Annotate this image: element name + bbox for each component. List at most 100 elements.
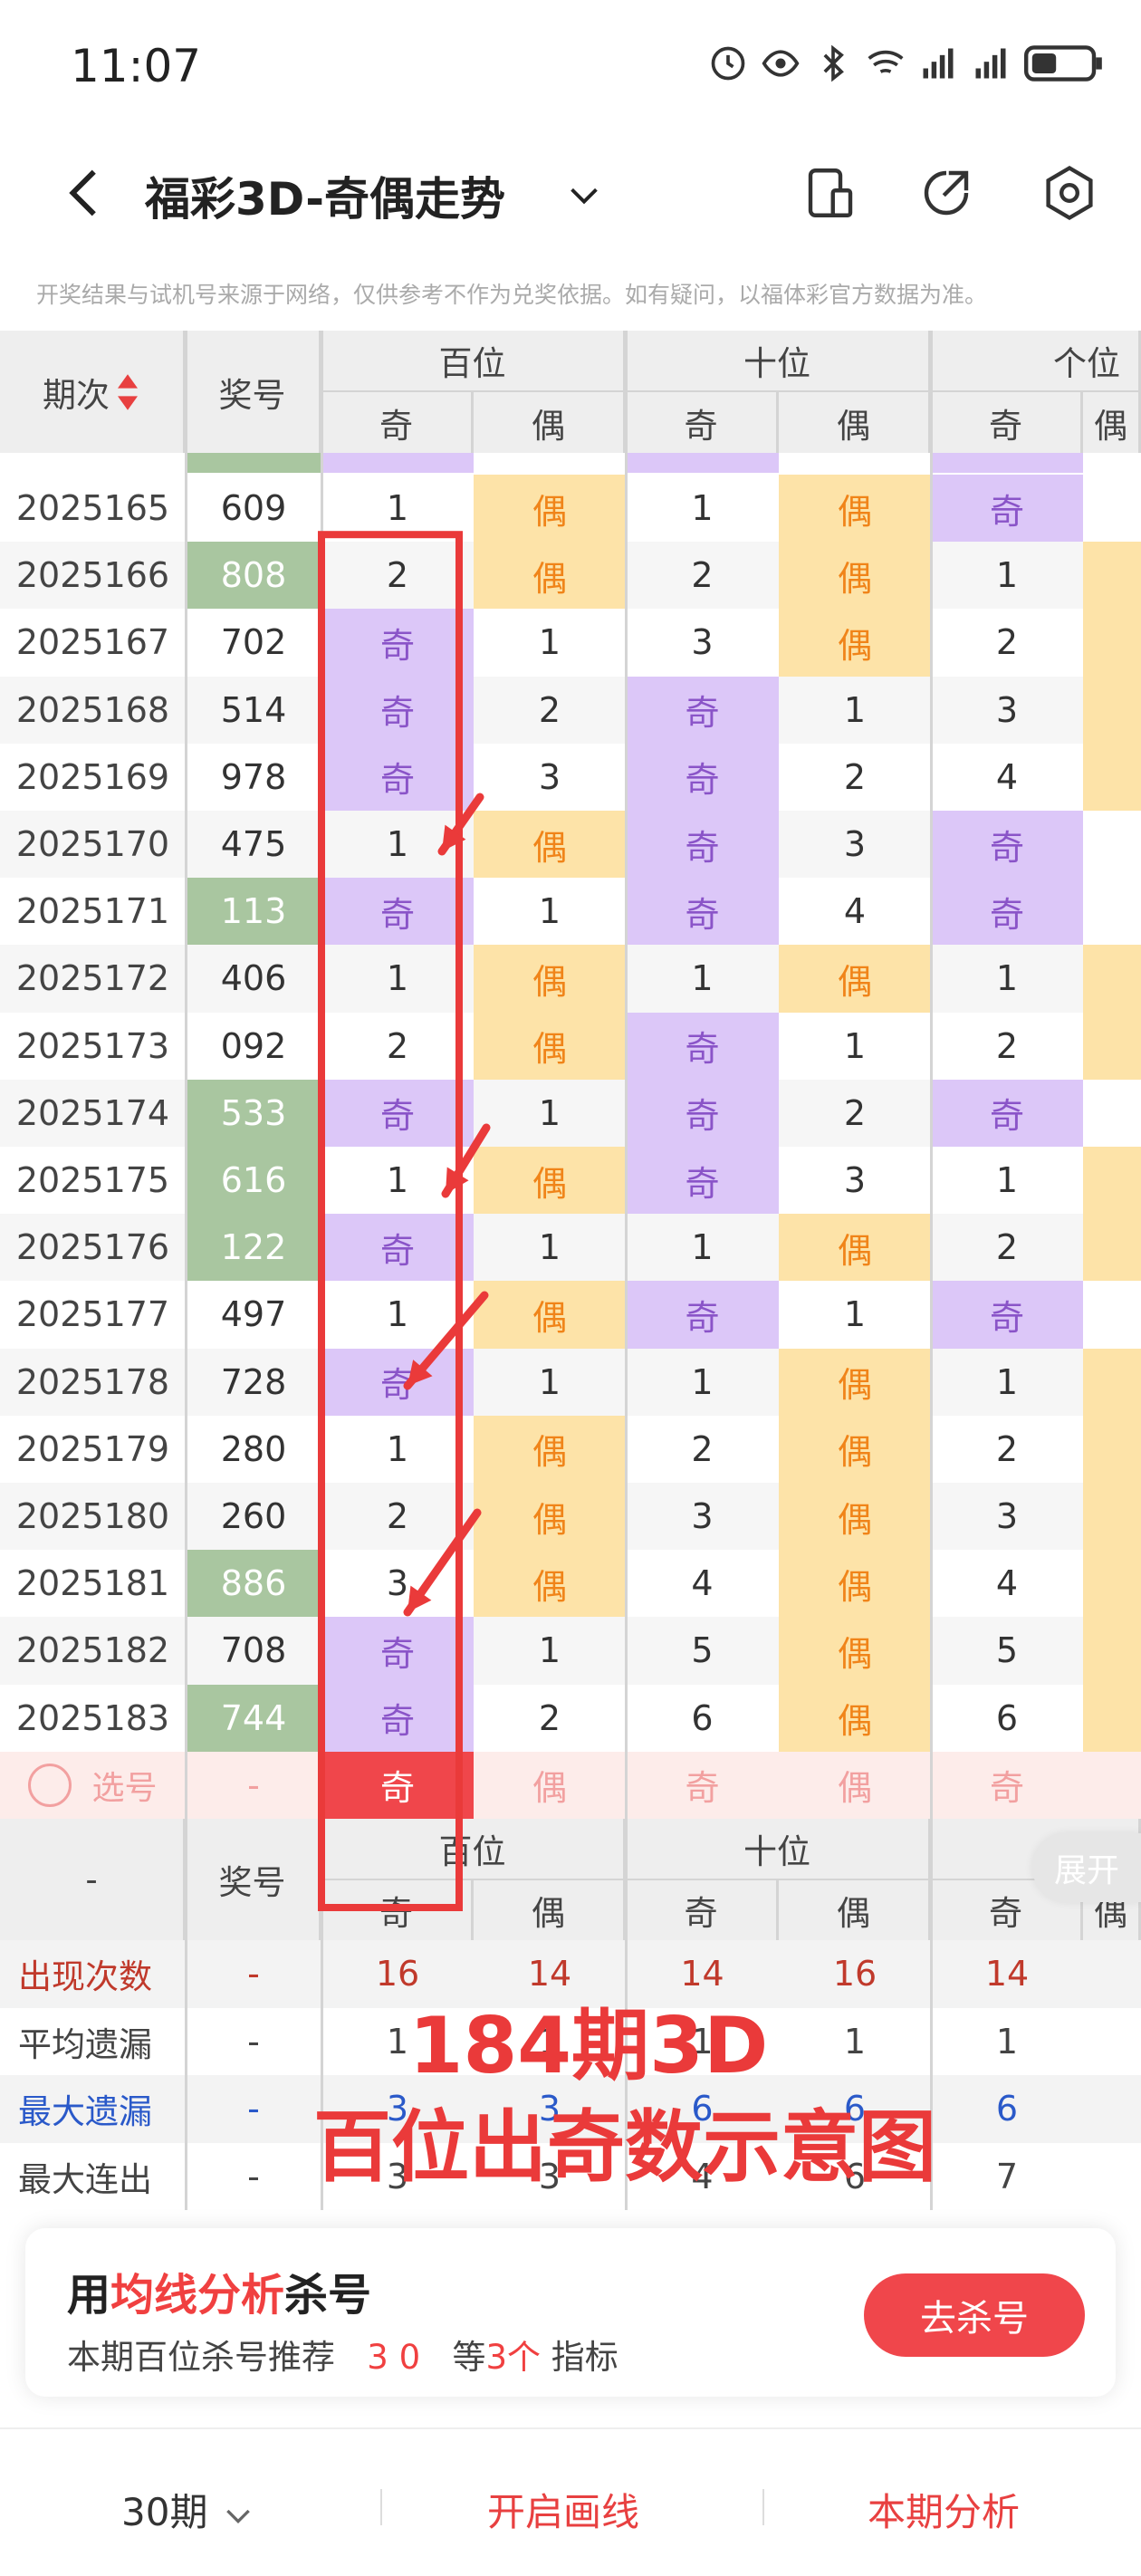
select-number-button[interactable]: 选号	[0, 1752, 186, 1819]
trend-cell: 1	[386, 824, 409, 865]
draw-line-button[interactable]: 开启画线	[487, 2482, 639, 2537]
trend-cell: 1	[386, 1428, 409, 1469]
summary-subheader: 奇	[626, 1880, 779, 1940]
trend-cell: 奇	[321, 1079, 474, 1147]
summary-label: 出现次数	[18, 1957, 152, 1997]
summary-cell: 1	[995, 2021, 1019, 2062]
settings-icon[interactable]	[1040, 163, 1099, 223]
trend-cell: 1	[386, 958, 409, 999]
trend-cell: 1	[995, 555, 1019, 596]
column-header-period[interactable]: 期次	[0, 331, 186, 453]
sort-icon	[118, 373, 138, 410]
kill-number-card[interactable]: 用均线分析杀号 本期百位杀号推荐 3 0 等3个 指标 去杀号	[25, 2228, 1116, 2397]
period-analysis-button[interactable]: 本期分析	[868, 2482, 1020, 2537]
trend-cell: 3	[995, 1496, 1019, 1537]
trend-cell: 1	[538, 891, 561, 932]
page-title[interactable]: 福彩3D-奇偶走势	[145, 163, 505, 228]
trend-cell: 偶	[779, 1684, 931, 1752]
trend-cell: 4	[995, 1563, 1019, 1604]
summary-number: -	[247, 2021, 260, 2062]
number-cell: 728	[220, 1361, 287, 1402]
trend-cell: 奇	[321, 1617, 474, 1685]
trend-cell: 3	[843, 1160, 867, 1201]
trend-cell: 3	[995, 689, 1019, 730]
back-arrow-icon[interactable]	[54, 161, 118, 225]
trend-cell: 1	[538, 1227, 561, 1268]
number-cell: 497	[220, 1294, 287, 1335]
select-option[interactable]: 奇	[626, 1752, 779, 1819]
bottom-bar: 30期 开启画线 本期分析	[0, 2427, 1141, 2576]
trend-cell: 2	[995, 1025, 1019, 1066]
trend-cell: 偶	[779, 1483, 931, 1551]
trend-cell: 奇	[931, 811, 1083, 879]
expand-button[interactable]: 展开	[1032, 1833, 1141, 1902]
card-line2-a: 本期百位杀号推荐	[67, 2338, 335, 2377]
summary-number: -	[247, 1954, 260, 1994]
card-line1-b: 均线分析	[110, 2270, 285, 2321]
card-line2-e: 指标	[551, 2338, 618, 2377]
status-bar: 11:07	[0, 0, 1141, 136]
trend-cell: 偶	[474, 945, 626, 1013]
period-cell: 2025171	[15, 891, 170, 932]
period-cell: 2025165	[15, 488, 170, 529]
select-option[interactable]: 偶	[474, 1752, 626, 1819]
select-option[interactable]: 偶	[779, 1752, 931, 1819]
trend-cell: 4	[995, 756, 1019, 797]
period-cell: 2025175	[15, 1160, 170, 1201]
period-cell: 2025178	[15, 1361, 170, 1402]
number-cell: 406	[220, 958, 287, 999]
trend-cell: 2	[538, 689, 561, 730]
period-cell: 2025180	[15, 1496, 170, 1537]
signal-icon	[923, 48, 954, 79]
summary-subheader: 偶	[474, 1880, 626, 1940]
number-cell: 533	[186, 1079, 321, 1147]
period-cell: 2025174	[15, 1092, 170, 1133]
number-cell: 260	[220, 1496, 287, 1537]
trend-cell: 1	[538, 1361, 561, 1402]
card-line1-a: 用	[67, 2270, 111, 2321]
trend-cell: 奇	[626, 1079, 779, 1147]
periods-selector[interactable]: 30期	[121, 2482, 256, 2537]
select-option[interactable]: 奇	[931, 1752, 1083, 1819]
number-cell: 514	[220, 689, 287, 730]
trend-cell: 2	[843, 1092, 867, 1133]
number-cell: 702	[220, 622, 287, 663]
trend-cell: 奇	[321, 609, 474, 677]
trend-cell: 偶	[779, 542, 931, 610]
trend-cell: 3	[538, 756, 561, 797]
card-line1-c: 杀号	[284, 2270, 372, 2321]
summary-label: 最大遗漏	[18, 2092, 152, 2132]
share-icon[interactable]	[916, 163, 976, 223]
trend-cell: 1	[538, 1092, 561, 1133]
group-header-0: 百位	[321, 331, 626, 392]
period-cell: 2025168	[15, 689, 170, 730]
subheader-even: 偶	[1083, 392, 1141, 453]
number-cell: 886	[186, 1550, 321, 1618]
phone-layout-icon[interactable]	[801, 163, 860, 223]
kill-number-button[interactable]: 去杀号	[864, 2273, 1085, 2357]
select-option[interactable]: 奇	[321, 1751, 474, 1819]
card-line2-d: 3个	[485, 2338, 541, 2377]
summary-group-header-0: 百位	[321, 1819, 626, 1880]
trend-cell: 偶	[474, 475, 626, 543]
trend-cell: 奇	[626, 743, 779, 811]
trend-cell: 偶	[779, 609, 931, 677]
period-cell: 2025179	[15, 1428, 170, 1469]
chevron-down-icon	[225, 2509, 250, 2523]
trend-cell: 奇	[321, 878, 474, 946]
trend-cell: 奇	[626, 878, 779, 946]
trend-cell: 1	[691, 1227, 714, 1268]
trend-cell: 2	[995, 1227, 1019, 1268]
trend-cell: 5	[691, 1630, 714, 1671]
period-cell: 2025166	[15, 555, 170, 596]
trend-cell: 奇	[626, 676, 779, 744]
overlay-subtitle: 百位出奇数示意图	[313, 2102, 936, 2193]
subheader-odd: 奇	[321, 392, 474, 453]
trend-cell: 奇	[626, 1147, 779, 1215]
period-cell: 2025169	[15, 756, 170, 797]
trend-cell: 1	[538, 1630, 561, 1671]
subheader-even: 偶	[474, 392, 626, 453]
trend-cell: 偶	[779, 475, 931, 543]
chevron-down-icon[interactable]	[563, 174, 605, 216]
trend-cell: 偶	[474, 1415, 626, 1483]
